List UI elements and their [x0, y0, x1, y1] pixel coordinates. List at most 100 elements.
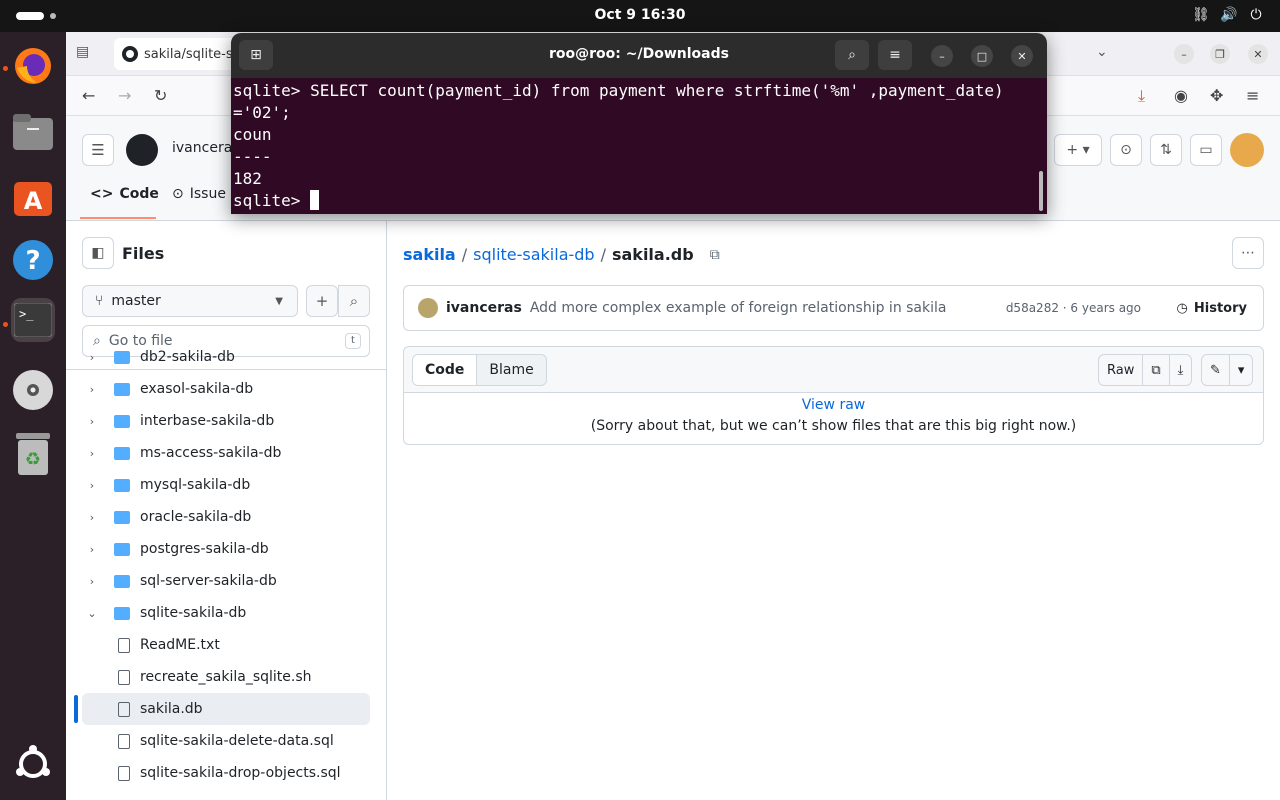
branch-selector[interactable]: ⑂ master ▼ [82, 285, 298, 317]
issues-icon[interactable]: ⊙ [1110, 134, 1142, 166]
forward-icon[interactable]: → [118, 86, 131, 105]
maximize-button[interactable]: □ [971, 45, 993, 67]
add-file-button[interactable]: + [306, 285, 338, 317]
branch-name: master [111, 293, 161, 309]
history-label: History [1193, 300, 1247, 316]
tab-issues[interactable]: ⊙ Issue [172, 186, 226, 202]
terminal-output[interactable]: sqlite> SELECT count(payment_id) from pa… [231, 78, 1047, 214]
system-tray[interactable]: ⛓ 🔊 ⏻ [1192, 7, 1264, 23]
search-icon[interactable]: ⌕ [835, 40, 869, 70]
raw-button[interactable]: Raw [1099, 355, 1142, 385]
terminal-prompt-line: sqlite> [233, 190, 1047, 212]
commit-avatar[interactable] [418, 298, 438, 318]
pull-requests-icon[interactable]: ⇅ [1150, 134, 1182, 166]
breadcrumb-separator: / [600, 245, 606, 264]
folder-icon [114, 446, 130, 460]
tree-folder[interactable]: › postgres-sakila-db [82, 533, 370, 565]
commit-meta[interactable]: d58a282 · 6 years ago [1006, 301, 1141, 315]
tree-folder[interactable]: › ms-access-sakila-db [82, 437, 370, 469]
hamburger-icon[interactable]: ☰ [82, 134, 114, 166]
edit-dropdown-icon[interactable]: ▾ [1228, 355, 1253, 385]
download-icon[interactable]: ⤓ [1138, 86, 1145, 106]
reload-icon[interactable]: ↻ [154, 86, 167, 105]
tree-item-label: mysql-sakila-db [140, 477, 251, 493]
tree-folder[interactable]: › sql-server-sakila-db [82, 565, 370, 597]
chevron-right-icon[interactable]: › [84, 575, 100, 588]
app-center-icon[interactable]: A [11, 174, 55, 218]
search-icon[interactable]: ⌕ [338, 285, 370, 317]
folder-icon [114, 382, 130, 396]
menu-icon[interactable]: ≡ [878, 40, 912, 70]
inbox-icon[interactable]: ▭ [1190, 134, 1222, 166]
firefox-icon[interactable] [11, 44, 55, 88]
download-raw-icon[interactable]: ⤓ [1168, 355, 1192, 385]
file-icon [118, 733, 130, 749]
repo-owner[interactable]: ivanceras [172, 140, 240, 156]
tree-file[interactable]: sqlite-sakila-drop-objects.sql [82, 757, 370, 789]
tree-folder[interactable]: › mysql-sakila-db [82, 469, 370, 501]
avatar[interactable] [1230, 133, 1264, 167]
commit-author[interactable]: ivanceras [446, 300, 522, 316]
clock[interactable]: Oct 9 16:30 [0, 7, 1280, 23]
account-icon[interactable]: ◉ [1174, 86, 1188, 105]
help-icon[interactable]: ? [11, 238, 55, 282]
svg-text:?: ? [25, 246, 40, 276]
minimize-button[interactable]: – [931, 45, 953, 67]
back-icon[interactable]: ← [82, 86, 95, 105]
terminal-scrollbar[interactable] [1039, 171, 1043, 211]
issue-icon: ⊙ [172, 186, 184, 202]
github-icon [122, 46, 138, 62]
minimize-button[interactable]: – [1174, 44, 1194, 64]
tree-file[interactable]: ReadME.txt [82, 629, 370, 661]
tab-list-icon[interactable]: ▤ [76, 44, 89, 60]
trash-icon[interactable]: ♻ [11, 432, 55, 476]
close-button[interactable]: ✕ [1248, 44, 1268, 64]
create-new-button[interactable]: + ▾ [1054, 134, 1102, 166]
tree-file[interactable]: recreate_sakila_sqlite.sh [82, 661, 370, 693]
chevron-right-icon[interactable]: › [84, 383, 100, 396]
chevron-right-icon[interactable]: › [84, 543, 100, 556]
tree-folder[interactable]: ⌄ sqlite-sakila-db [82, 597, 370, 629]
raw-actions: Raw ⧉ ⤓ [1098, 354, 1193, 386]
breadcrumb: sakila / sqlite-sakila-db / sakila.db ⧉ [403, 245, 720, 264]
chevron-down-icon[interactable]: ⌄ [1096, 44, 1108, 60]
breadcrumb-folder[interactable]: sqlite-sakila-db [473, 245, 594, 264]
file-viewer-header: Code Blame Raw ⧉ ⤓ ✎ ▾ [404, 347, 1263, 393]
menu-icon[interactable]: ≡ [1246, 86, 1259, 105]
commit-message[interactable]: Add more complex example of foreign rela… [530, 300, 947, 316]
tree-file[interactable]: sqlite-sakila-delete-data.sql [82, 725, 370, 757]
tab-code[interactable]: <> Code [90, 186, 159, 202]
tree-folder[interactable]: › exasol-sakila-db [82, 373, 370, 405]
restore-button[interactable]: ❐ [1210, 44, 1230, 64]
tree-file[interactable]: sakila.db [82, 693, 370, 725]
copy-raw-icon[interactable]: ⧉ [1142, 355, 1168, 385]
view-raw-link[interactable]: View raw [404, 397, 1263, 413]
copy-path-icon[interactable]: ⧉ [710, 247, 720, 263]
chevron-right-icon[interactable]: › [84, 351, 100, 364]
folder-icon [114, 510, 130, 524]
blame-view-button[interactable]: Blame [477, 355, 545, 385]
edit-icon[interactable]: ✎ [1202, 355, 1229, 385]
tree-item-label: exasol-sakila-db [140, 381, 254, 397]
chevron-right-icon[interactable]: › [84, 447, 100, 460]
chevron-right-icon[interactable]: › [84, 415, 100, 428]
show-apps-icon[interactable] [11, 742, 55, 786]
chevron-right-icon[interactable]: › [84, 479, 100, 492]
breadcrumb-file: sakila.db [611, 245, 694, 264]
close-button[interactable]: ✕ [1011, 45, 1033, 67]
github-logo-icon[interactable] [126, 134, 158, 166]
disc-icon[interactable] [11, 368, 55, 412]
collapse-sidebar-icon[interactable]: ◧ [82, 237, 114, 269]
tree-folder[interactable]: › oracle-sakila-db [82, 501, 370, 533]
code-view-button[interactable]: Code [413, 355, 478, 385]
terminal-icon[interactable]: >_ [11, 298, 55, 342]
extensions-icon[interactable]: ✥ [1210, 86, 1223, 105]
dock: A ? >_ ♻ [0, 32, 66, 800]
history-button[interactable]: ◷ History [1177, 301, 1247, 316]
files-icon[interactable] [11, 110, 55, 154]
breadcrumb-repo[interactable]: sakila [403, 245, 456, 264]
chevron-down-icon[interactable]: ⌄ [84, 607, 100, 620]
more-options-icon[interactable]: ⋯ [1232, 237, 1264, 269]
tree-folder[interactable]: › interbase-sakila-db [82, 405, 370, 437]
chevron-right-icon[interactable]: › [84, 511, 100, 524]
